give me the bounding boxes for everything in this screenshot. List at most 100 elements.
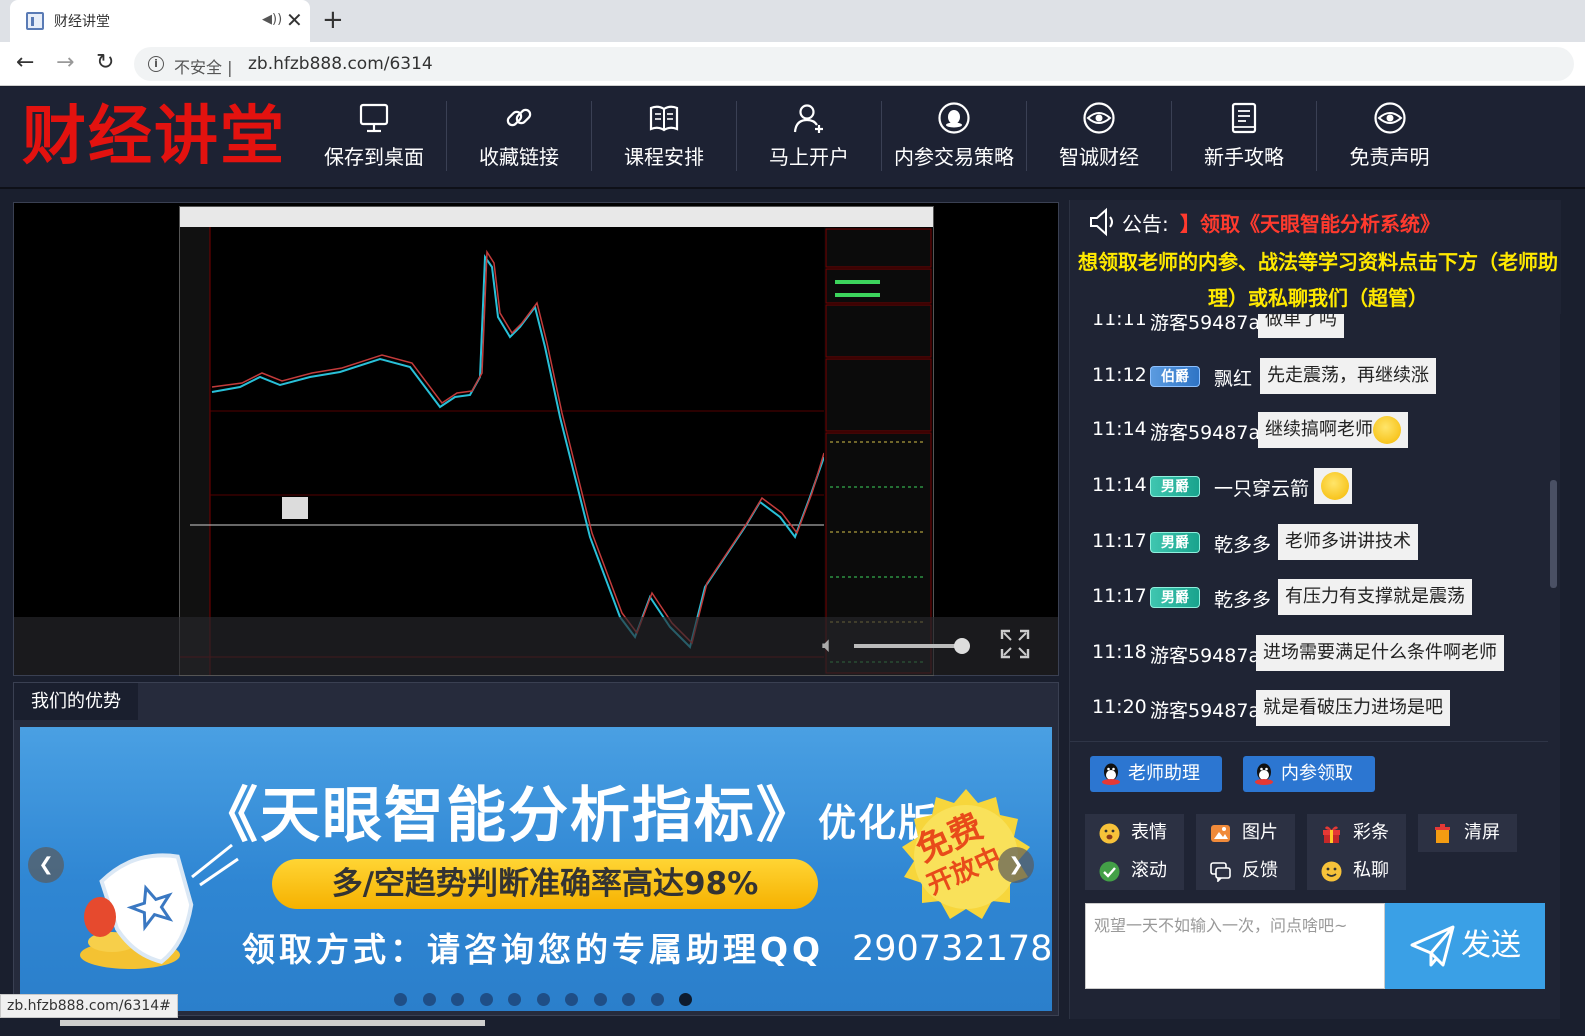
gift-icon bbox=[1323, 826, 1340, 843]
announcement-label: 公告: bbox=[1122, 212, 1169, 236]
carousel-dot[interactable] bbox=[508, 993, 521, 1006]
site-header: 财经讲堂 保存到桌面 收藏链接 课程安排 马上开户 内参交易策略 智诚财经 新手… bbox=[0, 87, 1585, 189]
message-bubble bbox=[1314, 468, 1352, 504]
eye-icon bbox=[1083, 102, 1115, 134]
url-text[interactable]: zb.hfzb888.com/6314 bbox=[248, 54, 433, 74]
carousel-dots bbox=[394, 991, 708, 1006]
message-bubble: 老师多讲讲技术 bbox=[1278, 524, 1418, 560]
clear-screen-tool-button[interactable]: 清屏 bbox=[1418, 814, 1517, 852]
chat-sidebar: 公告: 】领取《天眼智能分析系统》 想领取老师的内参、战法等学习资料点击下方（老… bbox=[1069, 200, 1561, 1036]
address-bar[interactable]: i 不安全 | zb.hfzb888.com/6314 bbox=[134, 47, 1574, 81]
message-username[interactable]: 乾多多 bbox=[1214, 530, 1271, 557]
nav-zhicheng-finance[interactable]: 智诚财经 bbox=[1027, 101, 1172, 171]
live-video-player[interactable]: 🔈︎ bbox=[13, 202, 1059, 676]
security-status: 不安全 | bbox=[174, 58, 233, 77]
rank-badge-earl: 伯爵 bbox=[1150, 366, 1200, 387]
tab-title: 财经讲堂 bbox=[54, 14, 110, 30]
tool-label: 彩条 bbox=[1353, 822, 1389, 843]
teacher-assistant-button[interactable]: 老师助理 bbox=[1090, 756, 1222, 792]
forward-arrow-icon[interactable]: → bbox=[56, 50, 74, 76]
carousel-dot[interactable] bbox=[479, 993, 493, 1006]
smile-icon bbox=[1321, 861, 1342, 882]
carousel-dot[interactable] bbox=[451, 993, 464, 1006]
paper-plane-icon bbox=[1410, 925, 1455, 967]
nav-label: 新手攻略 bbox=[1204, 145, 1284, 169]
site-logo[interactable]: 财经讲堂 bbox=[22, 99, 286, 175]
qq-penguin-icon bbox=[1255, 763, 1273, 785]
message-username[interactable]: 游客59487a bbox=[1150, 418, 1260, 445]
carousel-dot[interactable] bbox=[422, 993, 436, 1006]
new-tab-icon[interactable]: + bbox=[322, 6, 344, 34]
carousel-dot[interactable] bbox=[536, 993, 550, 1006]
site-info-icon[interactable]: i bbox=[148, 56, 164, 72]
banner-howto-text: 领取方式：请咨询您的专属助理QQ bbox=[242, 930, 825, 969]
send-button[interactable]: 发送 bbox=[1385, 903, 1545, 989]
user-add-icon bbox=[793, 104, 823, 133]
emoji-tool-button[interactable]: 表情 bbox=[1085, 814, 1184, 852]
nav-disclaimer[interactable]: 免责声明 bbox=[1317, 101, 1462, 171]
chat-message-list[interactable]: 11:11 游客59487a 做单了吗 11:12 伯爵 飘红 先走震荡，再继续… bbox=[1070, 314, 1548, 742]
message-bubble: 有压力有支撑就是震荡 bbox=[1278, 579, 1472, 615]
color-bar-tool-button[interactable]: 彩条 bbox=[1307, 814, 1406, 852]
auto-scroll-tool-button[interactable]: 滚动 bbox=[1085, 852, 1184, 890]
feedback-tool-button[interactable]: 反馈 bbox=[1196, 852, 1295, 890]
private-chat-tool-button[interactable]: 私聊 bbox=[1307, 852, 1406, 890]
back-arrow-icon[interactable]: ← bbox=[16, 50, 34, 76]
volume-icon[interactable]: 🔈︎ bbox=[822, 633, 835, 658]
fullscreen-icon[interactable] bbox=[1000, 629, 1030, 659]
message-username[interactable]: 游客59487a bbox=[1150, 641, 1260, 668]
chat-scrollbar[interactable] bbox=[1550, 480, 1557, 588]
rank-badge-baron: 男爵 bbox=[1150, 532, 1200, 553]
announcement-link[interactable]: 】领取《天眼智能分析系统》 bbox=[1180, 208, 1440, 237]
message-username[interactable]: 飘红 bbox=[1214, 364, 1252, 391]
nav-bookmark-link[interactable]: 收藏链接 bbox=[447, 101, 592, 171]
message-username[interactable]: 一只穿云箭 bbox=[1214, 474, 1309, 501]
volume-slider[interactable] bbox=[854, 644, 964, 648]
close-tab-icon[interactable]: ✕ bbox=[286, 8, 303, 32]
tool-label: 反馈 bbox=[1242, 860, 1278, 881]
carousel-prev-arrow-icon[interactable]: ❮ bbox=[28, 847, 64, 883]
nav-save-desktop[interactable]: 保存到桌面 bbox=[302, 101, 447, 171]
message-username[interactable]: 游客59487a bbox=[1150, 314, 1260, 335]
message-time: 11:12 bbox=[1092, 364, 1147, 386]
nav-course-schedule[interactable]: 课程安排 bbox=[592, 101, 737, 171]
message-bubble: 继续搞啊老师 bbox=[1258, 412, 1408, 448]
volume-slider-handle[interactable] bbox=[954, 638, 970, 654]
message-bubble: 就是看破压力进场是吧 bbox=[1256, 690, 1450, 726]
message-username[interactable]: 乾多多 bbox=[1214, 585, 1271, 612]
tool-label: 滚动 bbox=[1131, 860, 1167, 881]
rank-badge-baron: 男爵 bbox=[1150, 587, 1200, 608]
chat-input[interactable] bbox=[1086, 904, 1384, 988]
carousel-dot[interactable] bbox=[565, 993, 578, 1006]
trash-icon bbox=[1435, 824, 1450, 843]
carousel-dot[interactable] bbox=[679, 993, 692, 1006]
message-username[interactable]: 游客59487a bbox=[1150, 696, 1260, 723]
nav-beginner-guide[interactable]: 新手攻略 bbox=[1172, 101, 1317, 171]
carousel-dot[interactable] bbox=[650, 993, 664, 1006]
image-tool-button[interactable]: 图片 bbox=[1196, 814, 1295, 852]
message-bubble: 做单了吗 bbox=[1258, 314, 1344, 338]
nav-label: 马上开户 bbox=[769, 145, 849, 169]
carousel-dot[interactable] bbox=[394, 993, 407, 1006]
rank-badge-baron: 男爵 bbox=[1150, 476, 1200, 497]
shield-coins-illustration-icon bbox=[80, 843, 239, 969]
reload-icon[interactable]: ↻ bbox=[96, 50, 114, 76]
tab-our-advantages[interactable]: 我们的优势 bbox=[14, 683, 138, 720]
button-label: 老师助理 bbox=[1128, 763, 1200, 784]
promo-banner-carousel[interactable]: 《天眼智能分析指标》优化版 多/空趋势判断准确率高达98% 领取方式：请咨询您的… bbox=[20, 727, 1052, 1011]
nav-trading-strategy[interactable]: 内参交易策略 bbox=[882, 101, 1027, 171]
nav-label: 智诚财经 bbox=[1059, 145, 1139, 169]
carousel-next-arrow-icon[interactable]: ❯ bbox=[998, 847, 1034, 883]
horizontal-scrollbar[interactable] bbox=[60, 1020, 485, 1026]
audio-playing-icon[interactable]: ◀)) bbox=[262, 12, 282, 27]
page-favicon-icon bbox=[26, 12, 44, 30]
carousel-dot[interactable] bbox=[593, 993, 607, 1006]
smile-icon bbox=[1099, 823, 1120, 844]
message-time: 11:17 bbox=[1092, 530, 1147, 552]
book-icon bbox=[649, 105, 679, 132]
get-insider-button[interactable]: 内参领取 bbox=[1243, 756, 1375, 792]
qq-penguin-icon bbox=[938, 102, 970, 134]
nav-open-account[interactable]: 马上开户 bbox=[737, 101, 882, 171]
carousel-dot[interactable] bbox=[622, 993, 635, 1006]
browser-tab[interactable]: 财经讲堂 ◀)) ✕ bbox=[10, 0, 310, 42]
